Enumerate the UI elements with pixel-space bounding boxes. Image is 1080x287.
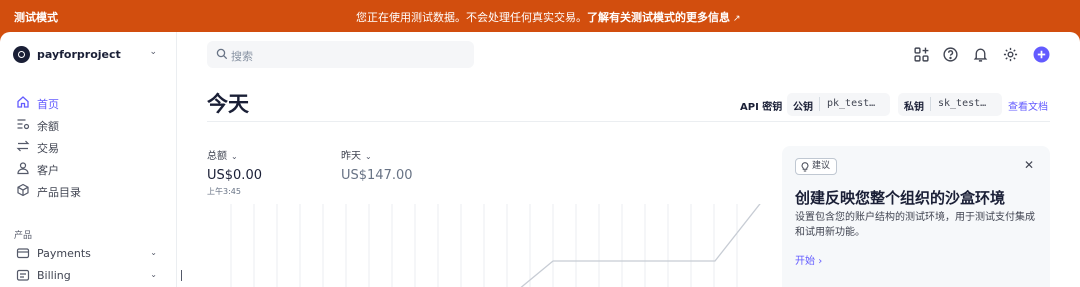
sidebar-item-label: Payments <box>37 247 91 260</box>
sidebar-item-home[interactable]: 首页 <box>16 94 161 112</box>
total-metric-selector[interactable]: 总额 ⌄ <box>207 147 238 162</box>
sidebar-item-product-catalog[interactable]: 产品目录 <box>16 182 161 200</box>
chart-gridlines <box>230 204 738 287</box>
sidebar-resize-handle[interactable] <box>181 270 182 281</box>
help-icon[interactable] <box>942 46 959 63</box>
chevron-down-icon[interactable]: ⌄ <box>150 270 157 279</box>
secret-key-label: 私钥 <box>904 102 924 113</box>
apps-icon[interactable] <box>913 46 930 63</box>
divider <box>930 97 931 111</box>
sidebar-item-balance[interactable]: 余额 <box>16 116 161 134</box>
secret-key-value: sk_test… <box>938 98 987 109</box>
sidebar-item-label: 客户 <box>37 164 59 177</box>
sidebar-section-label: 产品 <box>14 231 33 241</box>
sidebar-item-billing[interactable]: Billing ⌄ <box>16 267 161 285</box>
public-key-field[interactable]: 公钥 pk_test… <box>787 93 890 116</box>
suggestion-badge-label: 建议 <box>812 161 831 171</box>
account-switcher[interactable]: payforproject ⌄ <box>13 45 163 63</box>
balance-icon <box>17 119 30 130</box>
get-started-link[interactable]: 开始 › <box>795 252 822 267</box>
public-key-value: pk_test… <box>827 98 876 109</box>
search-input[interactable]: 搜索 <box>207 41 474 68</box>
today-vs-yesterday-chart <box>230 204 761 287</box>
yesterday-label: 昨天 <box>341 151 361 162</box>
secret-key-field[interactable]: 私钥 sk_test… <box>898 93 1002 116</box>
payments-icon <box>16 248 30 259</box>
sidebar-item-customers[interactable]: 客户 <box>16 160 161 178</box>
chevron-down-icon[interactable]: ⌄ <box>150 248 157 257</box>
transactions-icon <box>16 140 30 152</box>
banner-learn-more-link[interactable]: 了解有关测试模式的更多信息 <box>587 11 730 24</box>
sidebar-item-label: 交易 <box>37 142 59 155</box>
view-docs-link[interactable]: 查看文档 <box>1008 98 1048 113</box>
public-key-label: 公钥 <box>793 102 813 113</box>
chevron-right-icon: › <box>818 256 823 267</box>
account-name: payforproject <box>37 48 121 61</box>
total-time: 上午3:45 <box>207 187 241 196</box>
external-link-icon: ↗ <box>733 14 741 24</box>
banner-message-row: 您正在使用测试数据。不会处理任何真实交易。了解有关测试模式的更多信息 ↗ <box>356 9 741 25</box>
home-icon <box>17 96 29 108</box>
get-started-label: 开始 <box>795 256 815 267</box>
sidebar-item-label: Billing <box>37 269 71 282</box>
yesterday-value: US$147.00 <box>341 168 413 183</box>
total-label: 总额 <box>207 151 227 162</box>
divider <box>819 97 820 111</box>
sidebar-item-transactions[interactable]: 交易 <box>16 138 161 156</box>
test-mode-banner: 测试模式 您正在使用测试数据。不会处理任何真实交易。了解有关测试模式的更多信息 ↗ <box>0 0 1080 32</box>
total-value: US$0.00 <box>207 168 262 183</box>
sidebar: payforproject ⌄ 首页 余额 交易 客户 产品目录 产品 Paym… <box>0 32 177 287</box>
divider <box>207 121 1050 122</box>
sidebar-item-label: 产品目录 <box>37 186 81 199</box>
chevron-down-icon: ⌄ <box>365 152 372 161</box>
card-description: 设置包含您的账户结构的测试环境，用于测试支付集成和试用新功能。 <box>795 212 1035 238</box>
bell-icon[interactable] <box>972 46 989 63</box>
lightbulb-icon <box>801 162 809 172</box>
search-icon <box>216 48 228 60</box>
card-title: 创建反映您整个组织的沙盒环境 <box>795 189 1006 207</box>
search-placeholder: 搜索 <box>231 50 253 63</box>
api-keys-label: API 密钥 <box>740 102 783 113</box>
sidebar-item-label: 首页 <box>37 98 59 111</box>
chevron-down-icon: ⌄ <box>149 47 157 57</box>
product-catalog-icon <box>17 183 29 197</box>
page-title: 今天 <box>207 92 249 116</box>
account-logo-icon <box>13 46 30 63</box>
sidebar-item-payments[interactable]: Payments ⌄ <box>16 245 161 263</box>
yesterday-metric-selector[interactable]: 昨天 ⌄ <box>341 147 372 162</box>
plus-icon[interactable] <box>1033 46 1050 63</box>
close-icon[interactable]: ✕ <box>1024 158 1034 172</box>
sandbox-suggestion-card: 建议 ✕ 创建反映您整个组织的沙盒环境 设置包含您的账户结构的测试环境，用于测试… <box>782 146 1050 287</box>
yesterday-series-line <box>520 204 761 287</box>
chevron-down-icon: ⌄ <box>231 152 238 161</box>
suggestion-badge: 建议 <box>795 158 838 175</box>
sidebar-item-label: 余额 <box>37 120 59 133</box>
customer-icon <box>17 162 29 175</box>
gear-icon[interactable] <box>1002 46 1019 63</box>
banner-message: 您正在使用测试数据。不会处理任何真实交易。 <box>356 11 587 24</box>
app-surface: payforproject ⌄ 首页 余额 交易 客户 产品目录 产品 Paym… <box>0 32 1080 287</box>
test-mode-label: 测试模式 <box>14 11 58 24</box>
billing-icon <box>16 269 30 281</box>
